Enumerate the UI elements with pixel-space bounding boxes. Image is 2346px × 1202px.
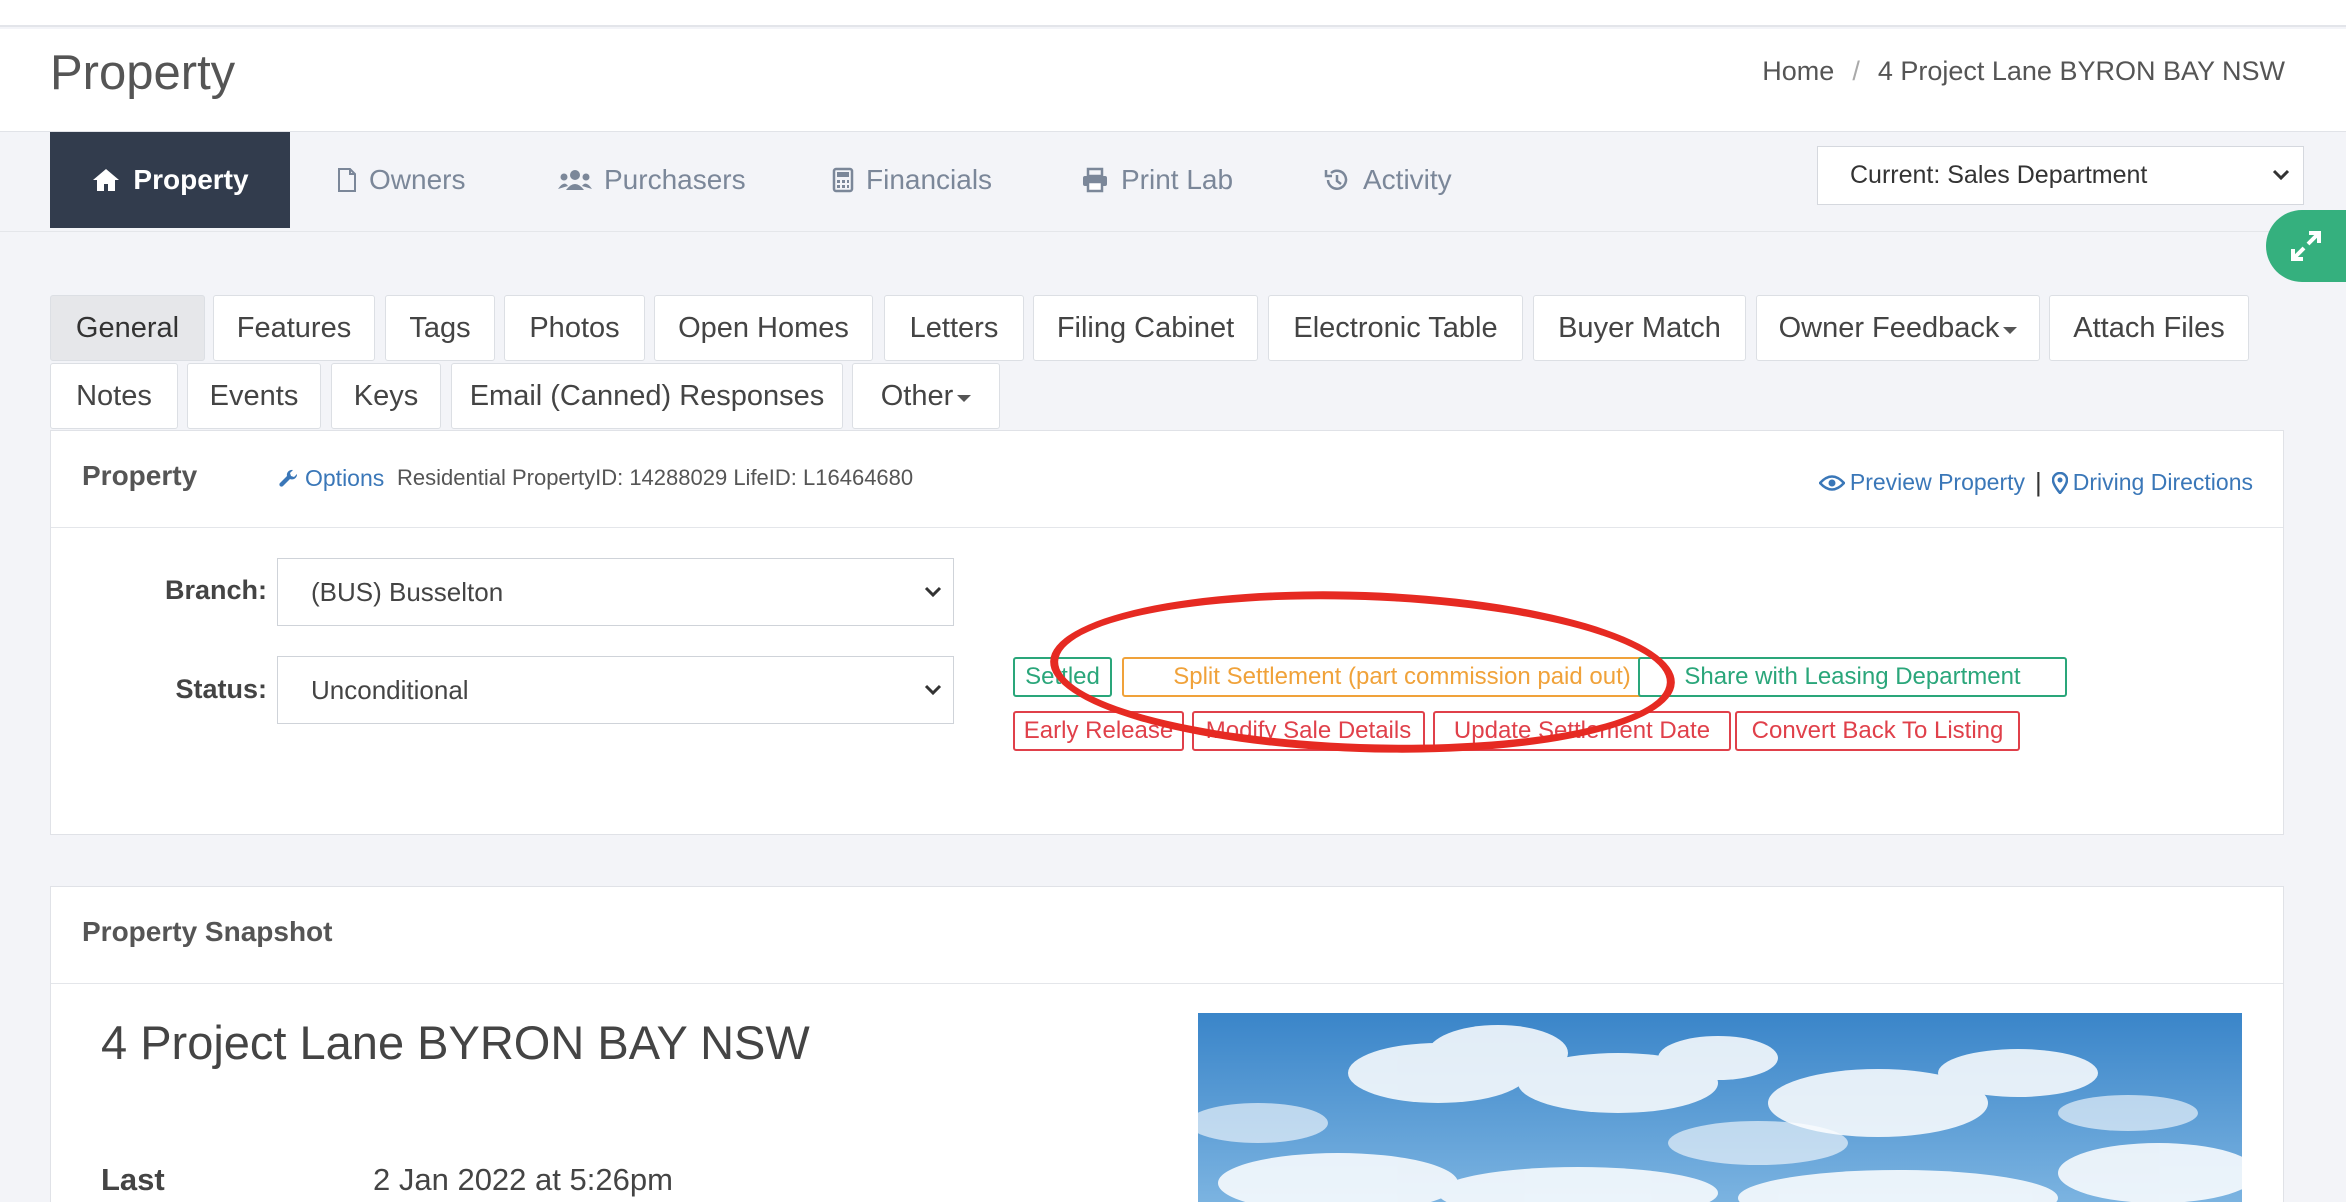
nav-purchasers[interactable]: Purchasers bbox=[558, 132, 746, 228]
subtab-other[interactable]: Other bbox=[852, 363, 1000, 429]
breadcrumb: Home / 4 Project Lane BYRON BAY NSW bbox=[1762, 56, 2285, 87]
subtab-electronic-table[interactable]: Electronic Table bbox=[1268, 295, 1523, 361]
department-select[interactable]: Current: Sales Department bbox=[1817, 146, 2304, 205]
expand-icon bbox=[2291, 231, 2321, 261]
share-leasing-button[interactable]: Share with Leasing Department bbox=[1638, 657, 2067, 697]
nav-property-label: Property bbox=[133, 164, 249, 195]
breadcrumb-current: 4 Project Lane BYRON BAY NSW bbox=[1877, 56, 2285, 86]
property-meta: Residential PropertyID: 14288029 LifeID:… bbox=[397, 465, 914, 490]
subtab-email-responses[interactable]: Email (Canned) Responses bbox=[451, 363, 843, 429]
split-settlement-button[interactable]: Split Settlement (part commission paid o… bbox=[1122, 657, 1682, 697]
subtab-general[interactable]: General bbox=[50, 295, 205, 361]
property-panel-title: Property bbox=[82, 460, 198, 491]
nav-purchasers-label: Purchasers bbox=[604, 164, 746, 195]
convert-back-to-listing-button[interactable]: Convert Back To Listing bbox=[1735, 711, 2020, 751]
subtab-attach-files[interactable]: Attach Files bbox=[2049, 295, 2249, 361]
subtab-photos[interactable]: Photos bbox=[504, 295, 645, 361]
last-value: 2 Jan 2022 at 5:26pm bbox=[373, 1162, 673, 1197]
snapshot-title: Property Snapshot bbox=[82, 916, 333, 947]
subtab-filing-cabinet[interactable]: Filing Cabinet bbox=[1033, 295, 1258, 361]
preview-property-link[interactable]: Preview Property bbox=[1850, 469, 2025, 496]
snapshot-panel-header: Property Snapshot bbox=[51, 887, 2283, 984]
nav-financials[interactable]: Financials bbox=[832, 132, 992, 228]
nav-owners-label: Owners bbox=[369, 164, 466, 195]
settled-button[interactable]: Settled bbox=[1013, 657, 1112, 697]
status-select[interactable]: Unconditional bbox=[277, 656, 954, 724]
early-release-button[interactable]: Early Release bbox=[1013, 711, 1184, 751]
property-panel-header: Property Options Residential PropertyID:… bbox=[51, 431, 2283, 528]
subtab-events[interactable]: Events bbox=[187, 363, 321, 429]
options-link-label: Options bbox=[305, 465, 385, 491]
home-icon bbox=[93, 169, 120, 191]
nav-print-lab[interactable]: Print Lab bbox=[1081, 132, 1233, 228]
link-separator: | bbox=[2035, 467, 2042, 497]
chevron-down-icon bbox=[2272, 169, 2290, 181]
file-icon bbox=[338, 168, 356, 192]
subtab-owner-feedback[interactable]: Owner Feedback bbox=[1756, 295, 2040, 361]
options-link[interactable]: Options bbox=[279, 465, 384, 492]
subtab-other-label: Other bbox=[880, 379, 954, 412]
nav-property[interactable]: Property bbox=[50, 132, 290, 228]
modify-sale-details-button[interactable]: Modify Sale Details bbox=[1192, 711, 1425, 751]
history-icon bbox=[1324, 169, 1348, 190]
status-label: Status: bbox=[175, 674, 267, 704]
subtab-letters[interactable]: Letters bbox=[884, 295, 1024, 361]
subtab-tags[interactable]: Tags bbox=[385, 295, 495, 361]
branch-select-value: (BUS) Busselton bbox=[311, 576, 504, 607]
branch-label: Branch: bbox=[164, 575, 267, 605]
subtab-features[interactable]: Features bbox=[213, 295, 375, 361]
snapshot-panel: Property Snapshot 4 Project Lane BYRON B… bbox=[50, 886, 2284, 1202]
page-title: Property bbox=[50, 46, 236, 100]
chevron-down-icon bbox=[924, 684, 942, 696]
nav-owners[interactable]: Owners bbox=[337, 132, 465, 228]
expand-button[interactable] bbox=[2266, 210, 2346, 282]
chevron-down-icon bbox=[924, 586, 942, 598]
subtab-keys[interactable]: Keys bbox=[331, 363, 441, 429]
caret-down-icon bbox=[957, 394, 972, 402]
wrench-icon bbox=[279, 469, 298, 487]
caret-down-icon bbox=[2003, 326, 2018, 334]
subtab-buyer-match[interactable]: Buyer Match bbox=[1533, 295, 1746, 361]
subtab-open-homes[interactable]: Open Homes bbox=[654, 295, 873, 361]
subtab-notes[interactable]: Notes bbox=[50, 363, 178, 429]
department-select-value: Current: Sales Department bbox=[1850, 161, 2148, 189]
property-links: Preview Property | Driving Directions bbox=[1818, 467, 2253, 498]
nav-activity[interactable]: Activity bbox=[1323, 132, 1452, 228]
title-bar: Property Home / 4 Project Lane BYRON BAY N… bbox=[0, 29, 2346, 132]
branch-select[interactable]: (BUS) Busselton bbox=[277, 558, 954, 626]
calculator-icon bbox=[832, 167, 854, 193]
driving-directions-link[interactable]: Driving Directions bbox=[2073, 469, 2253, 496]
status-select-value: Unconditional bbox=[311, 674, 469, 705]
nav-print-lab-label: Print Lab bbox=[1121, 164, 1234, 195]
subtab-owner-feedback-label: Owner Feedback bbox=[1778, 311, 2000, 344]
last-label: Last bbox=[101, 1162, 165, 1197]
eye-icon bbox=[1818, 474, 1845, 491]
nav-activity-label: Activity bbox=[1363, 164, 1452, 195]
nav-financials-label: Financials bbox=[866, 164, 993, 195]
property-photo bbox=[1198, 1013, 2242, 1202]
printer-icon bbox=[1083, 167, 1107, 193]
users-icon bbox=[558, 170, 592, 190]
property-address: 4 Project Lane BYRON BAY NSW bbox=[101, 1016, 810, 1069]
breadcrumb-separator: / bbox=[1852, 56, 1860, 86]
map-marker-icon bbox=[2051, 471, 2068, 494]
update-settlement-date-button[interactable]: Update Settlement Date bbox=[1433, 711, 1731, 751]
top-strip bbox=[0, 0, 2346, 27]
property-panel: Property Options Residential PropertyID:… bbox=[50, 430, 2284, 835]
breadcrumb-home[interactable]: Home bbox=[1762, 56, 1834, 86]
